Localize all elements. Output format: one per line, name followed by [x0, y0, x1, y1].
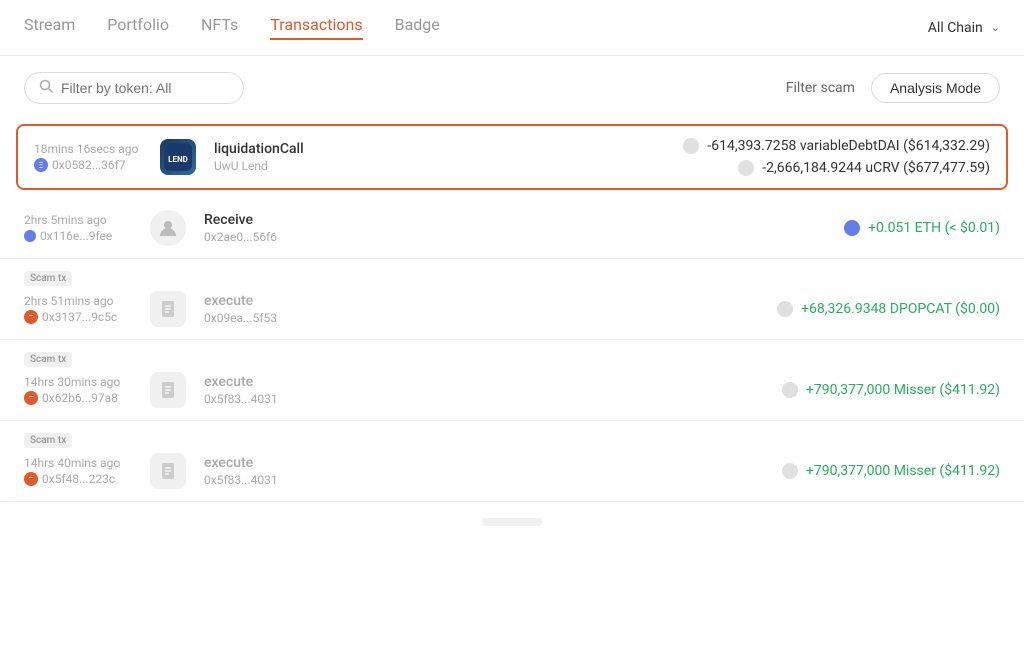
filter-input-wrap[interactable] [24, 72, 244, 104]
chevron-down-icon: ⌄ [991, 21, 1000, 34]
amount-value: +0.051 ETH (< $0.01) [868, 220, 1000, 236]
tx-meta: 14hrs 30mins ago 0x62b6...97a8 [24, 375, 144, 405]
minus-icon [24, 310, 38, 324]
tx-amounts: -614,393.7258 variableDebtDAI ($614,332.… [630, 138, 990, 176]
tx-icon-wrap: LEND [154, 139, 202, 175]
tx-time: 18mins 16secs ago [34, 142, 154, 156]
tx-hash: 0x0582...36f7 [34, 158, 154, 172]
toolbar-right: Filter scam Analysis Mode [786, 73, 1000, 103]
tx-protocol: 0x2ae0...56f6 [204, 230, 640, 244]
tx-info: execute 0x5f83...4031 [192, 455, 640, 487]
execute-icon [150, 372, 186, 408]
load-more-indicator [482, 518, 542, 526]
tx-info: execute 0x5f83...4031 [192, 374, 640, 406]
tab-stream[interactable]: Stream [24, 15, 75, 40]
minus-icon [24, 472, 38, 486]
tx-protocol: 0x5f83...4031 [204, 473, 640, 487]
tx-icon-wrap [144, 291, 192, 327]
tx-amounts: +790,377,000 Misser ($411.92) [640, 463, 1000, 479]
minus-icon [24, 391, 38, 405]
tx-amounts: +0.051 ETH (< $0.01) [640, 220, 1000, 236]
svg-text:LEND: LEND [168, 155, 188, 164]
tx-hash: 0x3137...9c5c [24, 310, 144, 324]
tx-meta: 14hrs 40mins ago 0x5f48...223c [24, 456, 144, 486]
tx-protocol: UwU Lend [214, 159, 630, 173]
execute-icon [150, 291, 186, 327]
load-more-area [0, 502, 1024, 542]
eth-dot-icon [844, 220, 860, 236]
amount-row: -2,666,184.9244 uCRV ($677,477.59) [738, 160, 990, 176]
table-row[interactable]: Scam tx 14hrs 30mins ago 0x62b6...97a8 e… [0, 344, 1024, 421]
nav-tabs: Stream Portfolio NFTs Transactions Badge [24, 15, 928, 40]
amount-dot-icon [782, 463, 798, 479]
tab-badge[interactable]: Badge [395, 15, 440, 40]
table-row[interactable]: Scam tx 14hrs 40mins ago 0x5f48...223c e… [0, 425, 1024, 502]
tx-name: execute [204, 374, 640, 390]
amount-row: +0.051 ETH (< $0.01) [844, 220, 1000, 236]
transaction-list: 18mins 16secs ago 0x0582...36f7 LEND liq… [0, 124, 1024, 566]
tx-hash: 0x62b6...97a8 [24, 391, 144, 405]
amount-dot-icon [683, 138, 699, 154]
filter-scam-label[interactable]: Filter scam [786, 80, 855, 96]
scam-badge: Scam tx [24, 433, 72, 448]
tx-icon-wrap [144, 453, 192, 489]
amount-dot-icon [738, 160, 754, 176]
chain-selector[interactable]: All Chain ⌄ [928, 20, 1000, 36]
tx-protocol: 0x5f83...4031 [204, 392, 640, 406]
tx-time: 2hrs 5mins ago [24, 213, 144, 227]
amount-row: +68,326.9348 DPOPCAT ($0.00) [777, 301, 1000, 317]
tx-info: execute 0x09ea...5f53 [192, 293, 640, 325]
eth-icon [34, 158, 48, 172]
tx-info: Receive 0x2ae0...56f6 [192, 212, 640, 244]
table-row[interactable]: Scam tx 2hrs 51mins ago 0x3137...9c5c ex… [0, 263, 1024, 340]
filter-input[interactable] [61, 80, 229, 96]
tab-portfolio[interactable]: Portfolio [107, 15, 169, 40]
tx-icon-wrap [144, 372, 192, 408]
amount-value: +790,377,000 Misser ($411.92) [806, 463, 1000, 479]
tx-hash: 0x5f48...223c [24, 472, 144, 486]
analysis-mode-button[interactable]: Analysis Mode [871, 73, 1000, 103]
tx-time: 14hrs 40mins ago [24, 456, 144, 470]
tx-hash: 0x116e...9fee [24, 229, 144, 243]
protocol-icon: LEND [160, 139, 196, 175]
scam-badge: Scam tx [24, 271, 72, 286]
tab-transactions[interactable]: Transactions [270, 15, 362, 40]
tx-icon-wrap [144, 210, 192, 246]
tx-name: Receive [204, 212, 640, 228]
scam-badge: Scam tx [24, 352, 72, 367]
amount-value: -2,666,184.9244 uCRV ($677,477.59) [762, 160, 990, 176]
amount-dot-icon [777, 301, 793, 317]
amount-value: -614,393.7258 variableDebtDAI ($614,332.… [707, 138, 990, 154]
tx-time: 14hrs 30mins ago [24, 375, 144, 389]
execute-icon [150, 453, 186, 489]
hash-icon [24, 230, 36, 242]
tab-nfts[interactable]: NFTs [201, 15, 238, 40]
table-row[interactable]: 2hrs 5mins ago 0x116e...9fee Receive 0x2… [0, 198, 1024, 259]
amount-row: +790,377,000 Misser ($411.92) [782, 382, 1000, 398]
amount-dot-icon [782, 382, 798, 398]
tx-meta: 2hrs 51mins ago 0x3137...9c5c [24, 294, 144, 324]
tx-meta: 2hrs 5mins ago 0x116e...9fee [24, 213, 144, 243]
toolbar: Filter scam Analysis Mode [0, 56, 1024, 120]
chain-selector-label: All Chain [928, 20, 983, 36]
tx-protocol: 0x09ea...5f53 [204, 311, 640, 325]
tx-time: 2hrs 51mins ago [24, 294, 144, 308]
tx-name: execute [204, 455, 640, 471]
amount-value: +790,377,000 Misser ($411.92) [806, 382, 1000, 398]
tx-name: execute [204, 293, 640, 309]
amount-row: -614,393.7258 variableDebtDAI ($614,332.… [683, 138, 990, 154]
amount-row: +790,377,000 Misser ($411.92) [782, 463, 1000, 479]
navigation: Stream Portfolio NFTs Transactions Badge… [0, 0, 1024, 56]
receive-icon [150, 210, 186, 246]
amount-value: +68,326.9348 DPOPCAT ($0.00) [801, 301, 1000, 317]
table-row[interactable]: 18mins 16secs ago 0x0582...36f7 LEND liq… [16, 124, 1008, 190]
tx-info: liquidationCall UwU Lend [202, 141, 630, 173]
tx-amounts: +790,377,000 Misser ($411.92) [640, 382, 1000, 398]
tx-meta: 18mins 16secs ago 0x0582...36f7 [34, 142, 154, 172]
tx-amounts: +68,326.9348 DPOPCAT ($0.00) [640, 301, 1000, 317]
search-icon [39, 79, 53, 97]
tx-name: liquidationCall [214, 141, 630, 157]
